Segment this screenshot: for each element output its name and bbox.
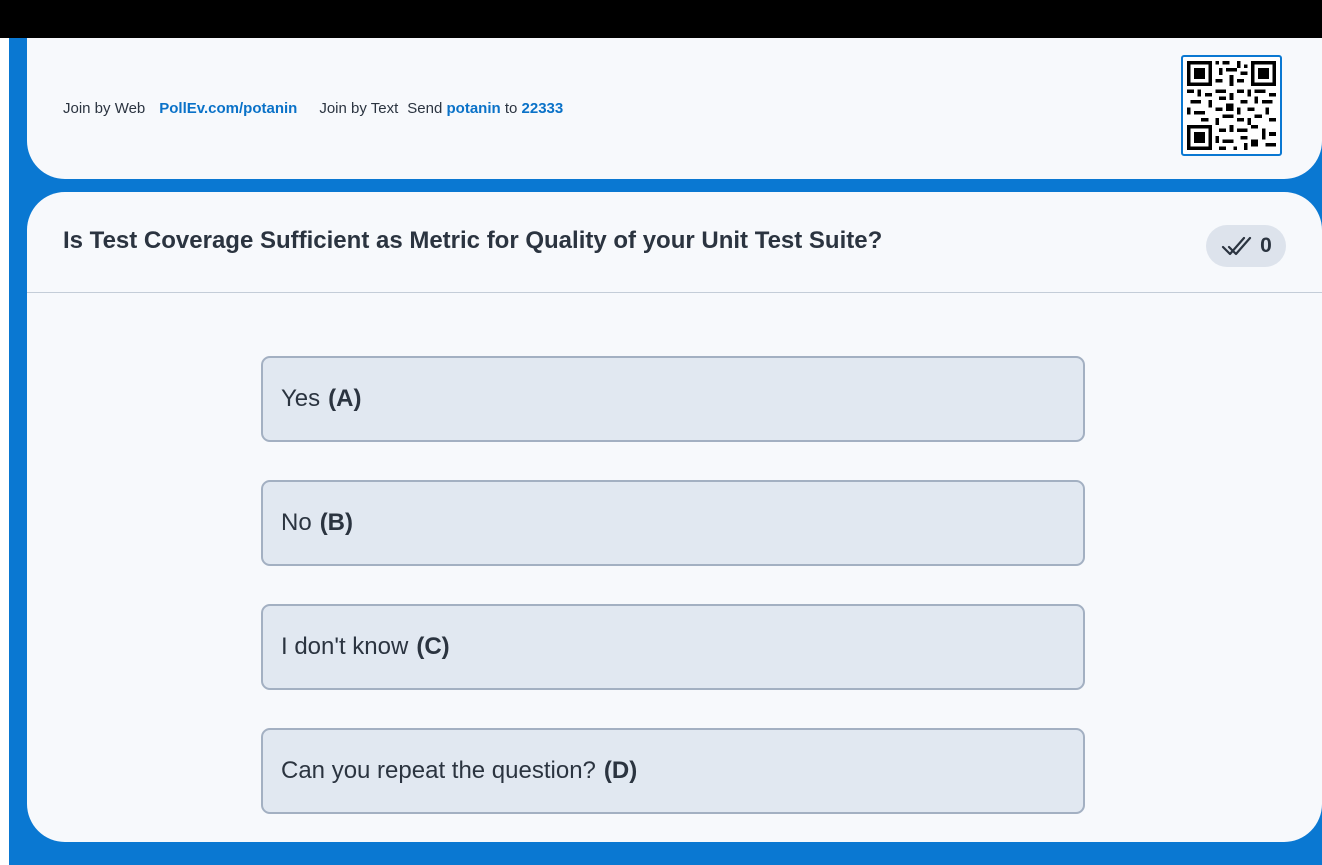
join-sms-number: 22333: [521, 100, 564, 117]
option-key: (D): [603, 757, 638, 784]
option-c[interactable]: I don't know (C): [261, 604, 1085, 690]
join-text-label: Join by Text: [319, 100, 399, 117]
send-label: Send: [407, 100, 443, 117]
option-a[interactable]: Yes (A): [261, 356, 1085, 442]
option-text: Can you repeat the question?: [281, 757, 596, 784]
option-key: (B): [319, 509, 354, 536]
option-key: (A): [328, 385, 362, 412]
poll-question: Is Test Coverage Sufficient as Metric fo…: [63, 227, 883, 254]
qr-code-graphic: [1187, 61, 1276, 150]
join-instructions-card: Join by Web PollEv.com/potanin Join by Tex…: [27, 38, 1322, 179]
option-key: (C): [416, 633, 450, 660]
double-check-icon: [1222, 236, 1252, 256]
to-label: to: [504, 100, 518, 117]
response-count-badge: 0: [1206, 225, 1286, 267]
option-b[interactable]: No (B): [261, 480, 1085, 566]
option-text: Yes: [281, 385, 321, 412]
poll-card: Is Test Coverage Sufficient as Metric fo…: [27, 192, 1322, 842]
divider: [27, 292, 1322, 293]
join-web-label: Join by Web: [63, 100, 146, 117]
join-instructions: Join by Web PollEv.com/potanin Join by Tex…: [63, 100, 563, 117]
option-d[interactable]: Can you repeat the question? (D): [261, 728, 1085, 814]
response-count: 0: [1260, 234, 1272, 257]
join-keyword: potanin: [446, 100, 501, 117]
option-text: I don't know: [281, 633, 409, 660]
option-text: No: [281, 509, 312, 536]
top-black-bar: [0, 0, 1322, 38]
join-web-link[interactable]: PollEv.com/potanin: [159, 100, 297, 117]
qr-code-icon[interactable]: [1181, 55, 1282, 156]
